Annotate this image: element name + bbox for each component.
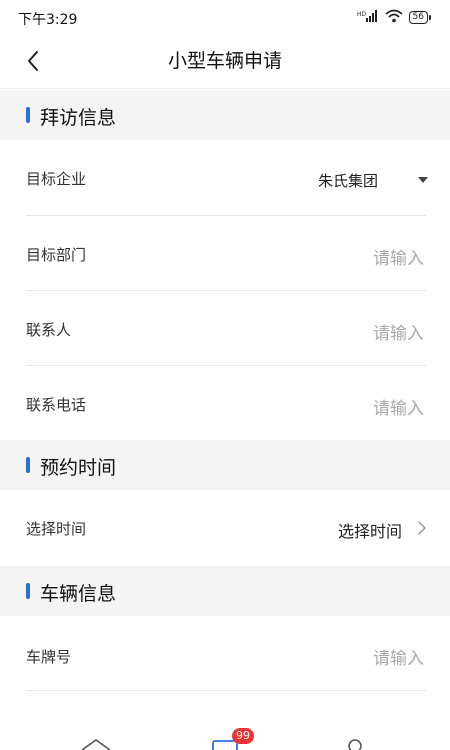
- status-bar: 下午3:29 HD 56: [0, 0, 450, 36]
- plate-number-row[interactable]: 车牌号 请输入: [0, 616, 450, 692]
- divider: [26, 690, 426, 691]
- status-time: 下午3:29: [18, 12, 78, 28]
- contact-person-row[interactable]: 联系人 请输入: [0, 291, 450, 366]
- wifi-icon: [384, 8, 403, 27]
- signal-icon: HD: [357, 8, 379, 27]
- section-header-appointment: 预约时间: [0, 440, 450, 490]
- section-accent-bar: [26, 457, 30, 473]
- select-time-row[interactable]: 选择时间 选择时间: [0, 490, 450, 566]
- section-header-visit: 拜访信息: [0, 90, 450, 140]
- chevron-right-icon[interactable]: [418, 521, 426, 535]
- select-time-value[interactable]: 选择时间: [338, 518, 402, 542]
- network-type-label: HD: [357, 11, 367, 18]
- field-label: 目标部门: [26, 246, 87, 264]
- field-label: 车牌号: [26, 648, 72, 666]
- battery-icon: 56: [408, 11, 432, 24]
- target-company-row[interactable]: 目标企业 朱氏集团: [0, 140, 450, 216]
- section-accent-bar: [26, 107, 30, 123]
- home-icon[interactable]: [80, 738, 112, 750]
- target-company-select[interactable]: 朱氏集团: [318, 170, 378, 191]
- notification-badge: 99: [232, 728, 254, 744]
- bottom-tab-bar: 99: [0, 728, 450, 750]
- contact-phone-input[interactable]: 请输入: [373, 394, 424, 419]
- field-label: 联系人: [26, 321, 72, 339]
- section-title: 拜访信息: [40, 107, 117, 129]
- section-accent-bar: [26, 583, 30, 599]
- field-label: 联系电话: [26, 396, 87, 414]
- section-title: 车辆信息: [40, 583, 117, 605]
- profile-icon[interactable]: [346, 738, 364, 750]
- navigation-bar: 小型车辆申请: [0, 36, 450, 89]
- section-header-vehicle: 车辆信息: [0, 566, 450, 616]
- page-title: 小型车辆申请: [167, 50, 282, 72]
- contact-phone-row[interactable]: 联系电话 请输入: [0, 366, 450, 440]
- field-label: 选择时间: [26, 520, 87, 538]
- target-department-row[interactable]: 目标部门 请输入: [0, 216, 450, 291]
- plate-number-input[interactable]: 请输入: [373, 644, 424, 669]
- caret-down-icon[interactable]: [417, 176, 429, 184]
- target-department-input[interactable]: 请输入: [373, 244, 424, 269]
- field-label: 目标企业: [26, 170, 87, 188]
- contact-person-input[interactable]: 请输入: [373, 319, 424, 344]
- section-title: 预约时间: [40, 457, 117, 479]
- status-icons: HD 56: [357, 8, 432, 27]
